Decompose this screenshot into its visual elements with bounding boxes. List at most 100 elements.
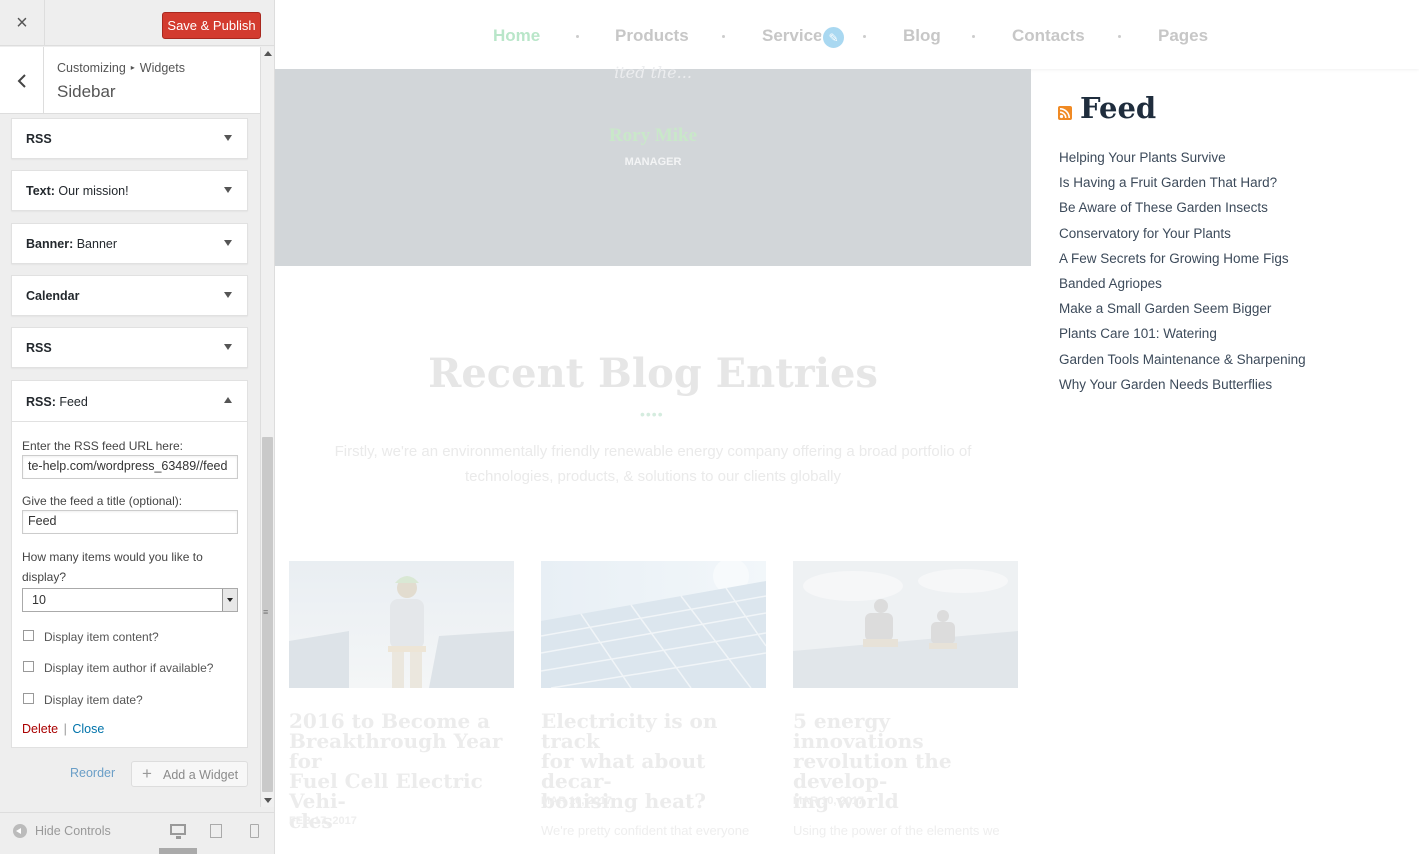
feed-item[interactable]: A Few Secrets for Growing Home Figs [1059,248,1306,273]
title-line: Electricity is on track [541,709,718,753]
feed-item[interactable]: Make a Small Garden Seem Bigger [1059,298,1306,323]
display-date-checkbox[interactable] [23,693,34,704]
widget-banner[interactable]: Banner: Banner [11,223,248,264]
nav-pages[interactable]: Pages [1158,26,1208,46]
mobile-icon[interactable] [250,824,259,838]
scrollbar-thumb[interactable]: ≡ [262,437,273,792]
feed-item[interactable]: Be Aware of These Garden Insects [1059,197,1306,222]
chevron-down-icon[interactable] [224,344,232,350]
blog-card-excerpt: Using the power of the elements we [793,823,1000,838]
close-icon[interactable]: × [0,0,45,46]
widget-type: RSS [26,341,52,355]
blog-card-image[interactable] [793,561,1018,688]
blog-card-image[interactable] [289,561,514,688]
feed-title-input[interactable]: Feed [22,510,238,534]
widget-type: Text: [26,184,55,198]
chevron-down-icon[interactable] [224,135,232,141]
testimonial-banner: ited the... Rory Mike MANAGER [275,63,1031,266]
nav-contacts[interactable]: Contacts [1012,26,1085,46]
items-count-select[interactable]: 10 [22,588,238,612]
chevron-down-icon[interactable] [224,292,232,298]
widget-type: RSS [26,132,52,146]
hide-controls-label: Hide Controls [35,824,111,838]
feed-item[interactable]: Conservatory for Your Plants [1059,223,1306,248]
feed-list: Helping Your Plants Survive Is Having a … [1059,147,1306,399]
reorder-link[interactable]: Reorder [70,766,115,780]
scroll-up-arrow-icon[interactable] [264,51,272,56]
display-author-checkbox[interactable] [23,661,34,672]
rss-url-label: Enter the RSS feed URL here: [22,439,183,453]
delete-link[interactable]: Delete [22,722,58,736]
breadcrumb-separator: ▸ [130,63,135,72]
title-line: for what about decar- [541,749,706,793]
display-content-checkbox[interactable] [23,630,34,641]
nav-separator [972,35,975,38]
testimonial-quote: ited the... [614,63,692,82]
title-line: 2016 to Become a [289,709,491,733]
chevron-down-icon[interactable] [224,187,232,193]
display-content-label: Display item content? [44,630,159,644]
add-widget-label: Add a Widget [163,768,239,782]
blog-card-date: FEB 17, 2017 [289,815,357,827]
subtitle-line: Firstly, we're an environmentally friend… [334,443,972,460]
feed-item[interactable]: Garden Tools Maintenance & Sharpening [1059,349,1306,374]
feed-item[interactable]: Helping Your Plants Survive [1059,147,1306,172]
widget-rss-1[interactable]: RSS [11,118,248,159]
back-arrow-icon[interactable] [0,47,44,114]
close-link[interactable]: Close [72,722,104,736]
blog-card-date: MAR 10, 2017 [793,795,864,807]
feed-widget-title[interactable]: Feed [1080,91,1156,125]
blog-card-title[interactable]: 2016 to Become a Breakthrough Year for F… [289,711,514,831]
widget-text-our-mission[interactable]: Text: Our mission! [11,170,248,211]
chevron-down-icon[interactable] [224,240,232,246]
desktop-icon[interactable] [170,824,186,839]
customizer-header: × Save & Publish [0,0,274,46]
scrollbar-grip-icon: ≡ [263,607,269,617]
title-line: revolution the develop- [793,749,952,793]
blog-card-image[interactable] [541,561,766,688]
feed-title-label: Give the feed a title (optional): [22,494,183,508]
add-widget-button[interactable]: + Add a Widget [131,761,248,787]
section-title: Sidebar [57,82,116,101]
nav-products[interactable]: Products [615,26,689,46]
site-preview: Home Products Service ✎ Blog Contacts Pa… [275,0,1419,854]
main-navigation: Home Products Service ✎ Blog Contacts Pa… [275,0,1419,69]
widget-rss-2[interactable]: RSS [11,327,248,368]
hide-controls-button[interactable]: Hide Controls [13,824,111,838]
nav-home[interactable]: Home [493,26,540,46]
nav-blog[interactable]: Blog [903,26,941,46]
panel-scrollbar[interactable]: ≡ [260,47,274,807]
widget-calendar[interactable]: Calendar [11,275,248,316]
nav-service[interactable]: Service [762,26,823,46]
chevron-down-icon[interactable] [222,589,237,611]
edit-pencil-icon[interactable]: ✎ [821,25,846,50]
nav-separator [863,35,866,38]
widget-type: Calendar [26,289,80,303]
active-device-indicator [159,848,197,854]
feed-item[interactable]: Why Your Garden Needs Butterflies [1059,374,1306,399]
customizer-footer: Hide Controls [0,812,274,854]
rss-url-input[interactable]: te-help.com/wordpress_63489//feed [22,455,238,479]
blog-section-subtitle: Firstly, we're an environmentally friend… [330,439,976,489]
nav-separator [1118,35,1121,38]
widget-rss-feed-expanded: RSS: Feed Enter the RSS feed URL here: t… [11,380,248,748]
nav-separator [722,35,725,38]
scroll-down-arrow-icon[interactable] [264,798,272,803]
breadcrumb: Customizing ▸ Widgets [57,61,185,75]
testimonial-role: MANAGER [624,156,682,168]
feed-item[interactable]: Is Having a Fruit Garden That Hard? [1059,172,1306,197]
hide-controls-icon [13,824,27,838]
widget-title: Banner [73,237,118,251]
widget-title: Our mission! [54,184,129,198]
display-author-label: Display item author if available? [44,661,214,675]
widget-type: Banner: [26,237,74,251]
feed-item[interactable]: Plants Care 101: Watering [1059,323,1306,348]
tablet-icon[interactable] [210,824,222,838]
feed-item[interactable]: Banded Agriopes [1059,273,1306,298]
nav-separator [576,35,579,38]
title-line: Fuel Cell Electric Vehi- [289,769,483,813]
actions-separator: | [63,722,67,736]
save-publish-button[interactable]: Save & Publish [162,12,261,39]
testimonial-name: Rory Mike [608,125,698,146]
rss-icon[interactable] [1058,106,1072,120]
